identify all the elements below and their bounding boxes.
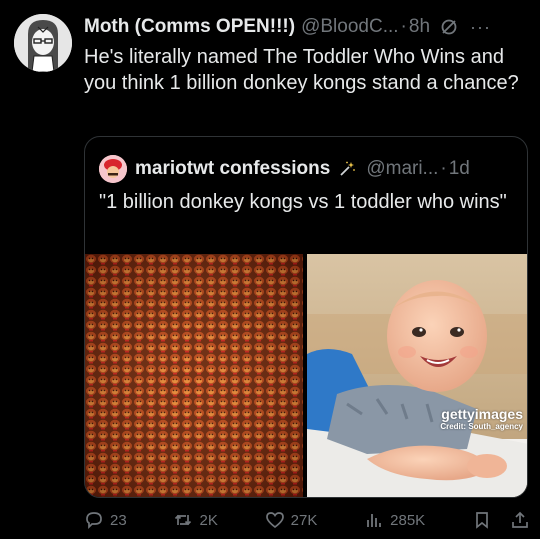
bookmark-icon: [476, 512, 488, 529]
action-right-group: [472, 510, 530, 530]
action-bar: 23 2K 27K 285K: [84, 508, 530, 532]
repost-icon: [175, 514, 192, 526]
quote-header: mariotwt confessions @mari... · 1d: [99, 155, 470, 183]
views-button[interactable]: 285K: [364, 510, 425, 530]
reply-button[interactable]: 23: [84, 510, 127, 530]
donkey-kong-crowd-image[interactable]: [85, 254, 303, 497]
getty-watermark: gettyimages Credit: South_agency: [440, 406, 523, 431]
bookmark-button[interactable]: [472, 510, 492, 530]
views-count: 285K: [390, 511, 426, 529]
tweet[interactable]: Moth (Comms OPEN!!!) @BloodC... · 8h ···…: [0, 0, 540, 539]
quote-text: "1 billion donkey kongs vs 1 toddler who…: [99, 191, 507, 213]
like-count: 27K: [290, 511, 318, 529]
author-name[interactable]: Moth (Comms OPEN!!!): [84, 16, 295, 38]
more-icon[interactable]: ···: [470, 17, 491, 38]
like-icon: [265, 512, 284, 529]
magic-wand-icon: [338, 160, 356, 178]
repost-count: 2K: [199, 511, 218, 529]
like-button[interactable]: 27K: [265, 510, 318, 530]
quoted-tweet[interactable]: mariotwt confessions @mari... · 1d "1 bi…: [84, 136, 528, 498]
quote-time-separator: ·: [440, 158, 447, 179]
reply-count: 23: [110, 511, 127, 529]
quote-time[interactable]: 1d: [449, 158, 470, 180]
share-button[interactable]: [510, 510, 530, 530]
quote-author-handle[interactable]: @mari...: [366, 158, 438, 180]
tweet-time[interactable]: 8h: [409, 16, 430, 38]
author-avatar[interactable]: [14, 14, 72, 72]
share-icon: [512, 511, 528, 528]
tweet-header: Moth (Comms OPEN!!!) @BloodC... · 8h ···: [84, 14, 532, 40]
getty-credit: Credit: South_agency: [440, 422, 523, 431]
quote-author-name[interactable]: mariotwt confessions: [135, 158, 330, 180]
author-handle[interactable]: @BloodC...: [301, 16, 398, 38]
getty-logo: gettyimages: [441, 406, 523, 422]
views-icon: [367, 514, 382, 527]
grok-icon[interactable]: [440, 18, 458, 36]
time-separator: ·: [400, 16, 407, 37]
tweet-text: He's literally named The Toddler Who Win…: [84, 46, 519, 94]
reply-icon: [86, 512, 102, 530]
smiling-baby-image[interactable]: gettyimages Credit: South_agency: [307, 254, 527, 497]
quote-avatar[interactable]: [99, 155, 127, 183]
repost-button[interactable]: 2K: [173, 510, 218, 530]
